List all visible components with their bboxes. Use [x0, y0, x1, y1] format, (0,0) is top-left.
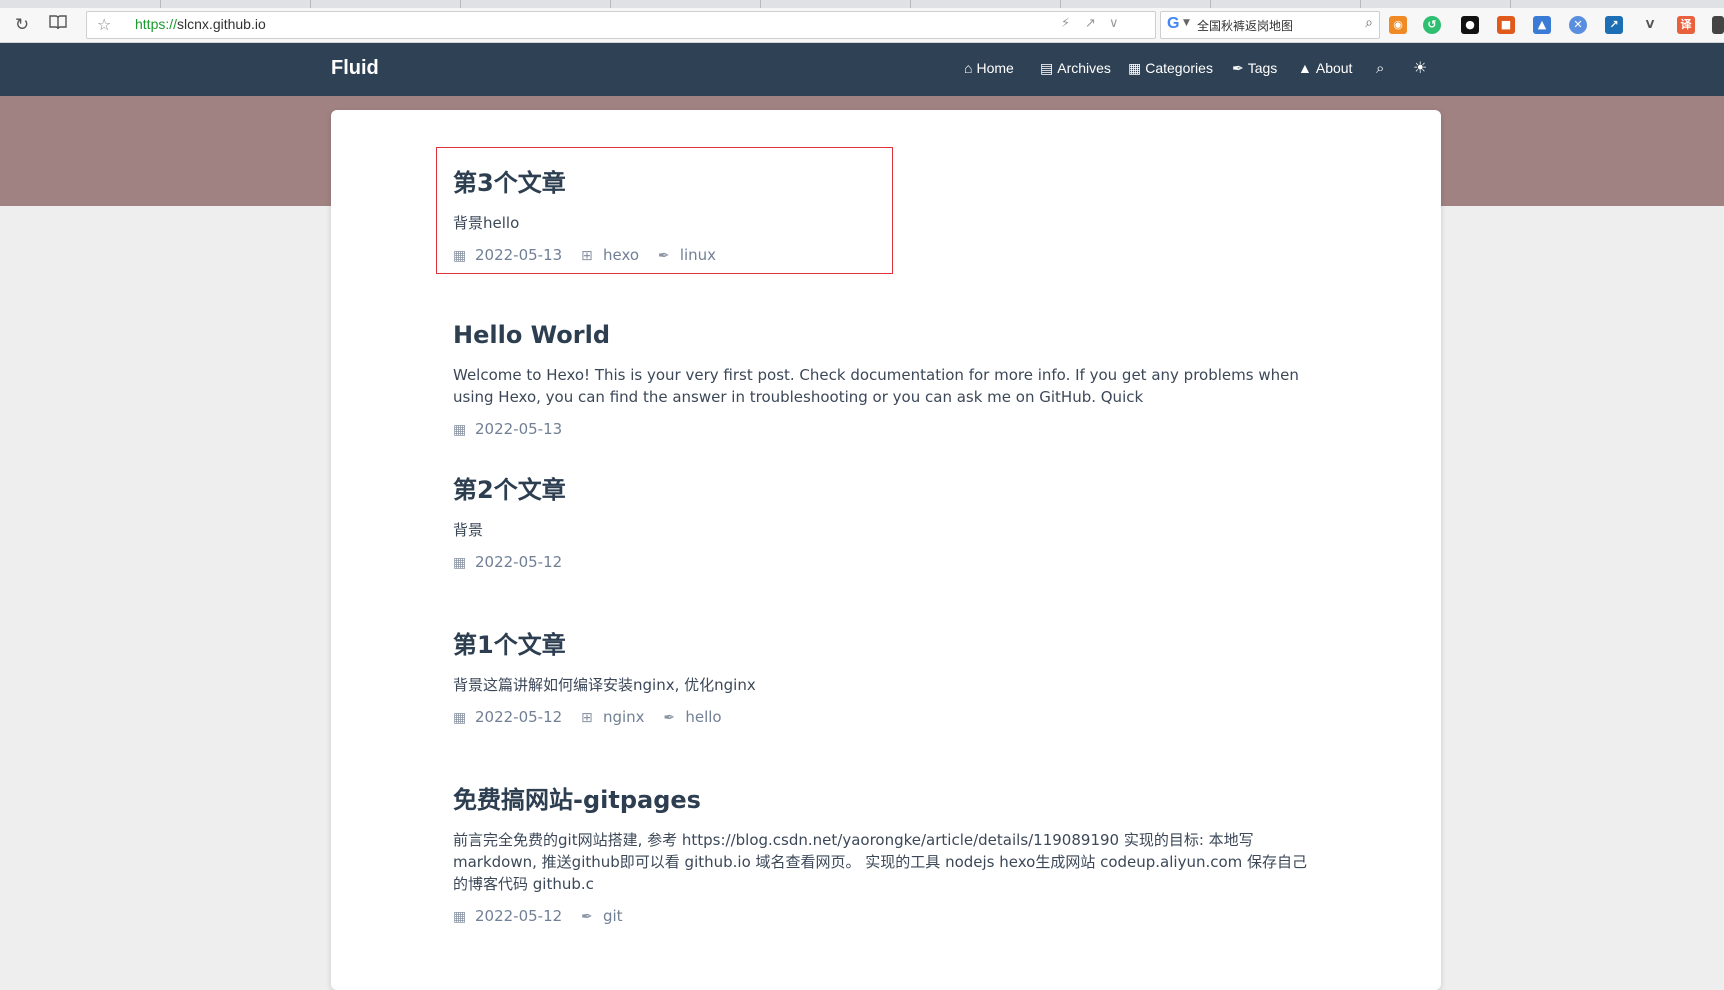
chevron-down-icon[interactable]: ∨ — [1109, 16, 1119, 31]
theme-toggle-icon[interactable]: ☀ — [1413, 58, 1427, 78]
post-card[interactable]: 免费搞网站-gitpages 前言完全免费的git网站搭建, 参考 https:… — [453, 785, 1333, 928]
category-icon: ⊞ — [580, 710, 593, 726]
nav-home[interactable]: ⌂ Home — [964, 60, 1014, 76]
nav-label: Tags — [1247, 60, 1278, 76]
tab-divider — [460, 0, 461, 8]
post-date: 2022-05-13 — [475, 420, 563, 438]
post-title[interactable]: 免费搞网站-gitpages — [453, 785, 1333, 815]
post-title[interactable]: Hello World — [453, 320, 1333, 350]
flash-icon[interactable]: ⚡ — [1061, 16, 1070, 31]
tag-icon: ✒ — [663, 710, 676, 726]
translate-extension-icon[interactable]: 译 — [1677, 16, 1695, 34]
post-card[interactable]: Hello World Welcome to Hexo! This is you… — [453, 320, 1333, 441]
nav-about[interactable]: ▲ About — [1298, 60, 1352, 76]
tab-divider — [760, 0, 761, 8]
post-meta: ▦ 2022-05-12 ⊞ nginx ✒ hello — [453, 706, 1333, 729]
nav-label: Home — [976, 60, 1014, 76]
game-extension-icon[interactable]: ◉ — [1389, 16, 1407, 34]
post-date: 2022-05-12 — [475, 553, 563, 571]
extension-icon[interactable]: ✕ — [1569, 16, 1587, 34]
site-navbar: Fluid ⌂ Home ▤ Archives ▦ Categories ✒ Tags … — [0, 43, 1724, 96]
google-icon[interactable]: G — [1167, 15, 1179, 33]
nav-archives[interactable]: ▤ Archives — [1040, 60, 1111, 77]
search-icon[interactable]: ⌕ — [1365, 15, 1373, 31]
post-meta: ▦ 2022-05-12 ✒ git — [453, 905, 1333, 928]
calendar-icon: ▦ — [453, 555, 467, 571]
post-tag[interactable]: git — [603, 907, 623, 925]
user-icon: ▲ — [1298, 60, 1312, 76]
post-meta: ▦ 2022-05-12 — [453, 551, 1333, 574]
refresh-icon[interactable]: ↻ — [11, 14, 33, 36]
nav-label: Categories — [1145, 60, 1213, 76]
post-excerpt[interactable]: Welcome to Hexo! This is your very first… — [453, 364, 1321, 408]
post-date: 2022-05-12 — [475, 708, 563, 726]
nav-label: About — [1315, 60, 1353, 76]
post-category[interactable]: nginx — [603, 708, 645, 726]
search-input[interactable]: 全国秋裤返岗地图 — [1197, 17, 1293, 34]
tab-divider — [1060, 0, 1061, 8]
tab-divider — [1360, 0, 1361, 8]
star-icon[interactable]: ☆ — [97, 15, 111, 34]
extension-icon[interactable] — [1712, 16, 1724, 34]
extension-icon[interactable]: ↗ — [1605, 16, 1623, 34]
tampermonkey-icon[interactable]: ● — [1461, 16, 1479, 34]
tab-divider — [310, 0, 311, 8]
post-meta: ▦ 2022-05-13 — [453, 418, 1333, 441]
tags-icon: ✒ — [1232, 60, 1244, 76]
post-tag[interactable]: hello — [685, 708, 721, 726]
nav-label: Archives — [1057, 60, 1111, 76]
browser-toolbar: ↻ ☆ https://slcnx.github.io ⚡ ↗ ∨ G ▼ 全国… — [0, 8, 1724, 43]
post-excerpt[interactable]: 前言完全免费的git网站搭建, 参考 https://blog.csdn.net… — [453, 829, 1321, 895]
tab-divider — [910, 0, 911, 8]
highlight-annotation-box — [436, 147, 893, 274]
home-icon: ⌂ — [964, 60, 973, 76]
chevron-down-icon[interactable]: ▼ — [1183, 18, 1190, 28]
nav-tags[interactable]: ✒ Tags — [1232, 60, 1277, 77]
share-icon[interactable]: ↗ — [1085, 16, 1096, 31]
search-icon[interactable]: ⌕ — [1376, 60, 1384, 77]
post-card[interactable]: 第1个文章 背景这篇讲解如何编译安装nginx, 优化nginx ▦ 2022-0… — [453, 630, 1333, 729]
url-host: slcnx.github.io — [177, 16, 266, 32]
tab-divider — [1510, 0, 1511, 8]
calendar-icon: ▦ — [453, 710, 467, 726]
post-excerpt[interactable]: 背景这篇讲解如何编译安装nginx, 优化nginx — [453, 674, 1321, 696]
post-date: 2022-05-12 — [475, 907, 563, 925]
categories-icon: ▦ — [1128, 60, 1142, 76]
tag-icon: ✒ — [580, 909, 593, 925]
extension-icon[interactable]: ▲ — [1533, 16, 1551, 34]
reader-icon[interactable] — [47, 14, 69, 36]
url-protocol: https:// — [135, 16, 178, 32]
site-brand[interactable]: Fluid — [331, 57, 379, 80]
address-bar[interactable]: ☆ https://slcnx.github.io ⚡ ↗ ∨ — [86, 11, 1156, 39]
extension-icon[interactable]: ■ — [1497, 16, 1515, 34]
calendar-icon: ▦ — [453, 909, 467, 925]
sync-extension-icon[interactable]: ↺ — [1423, 16, 1441, 34]
post-title[interactable]: 第2个文章 — [453, 475, 1333, 505]
url-text[interactable]: https://slcnx.github.io — [135, 16, 266, 32]
calendar-icon: ▦ — [453, 422, 467, 438]
post-excerpt[interactable]: 背景 — [453, 519, 1321, 541]
search-box[interactable]: G ▼ 全国秋裤返岗地图 ⌕ — [1160, 11, 1380, 39]
tab-divider — [160, 0, 161, 8]
post-card[interactable]: 第2个文章 背景 ▦ 2022-05-12 — [453, 475, 1333, 574]
post-title[interactable]: 第1个文章 — [453, 630, 1333, 660]
nav-categories[interactable]: ▦ Categories — [1128, 60, 1213, 77]
tab-divider — [1210, 0, 1211, 8]
tab-divider — [610, 0, 611, 8]
archive-icon: ▤ — [1040, 60, 1054, 76]
v-extension-icon[interactable]: V — [1641, 16, 1659, 34]
